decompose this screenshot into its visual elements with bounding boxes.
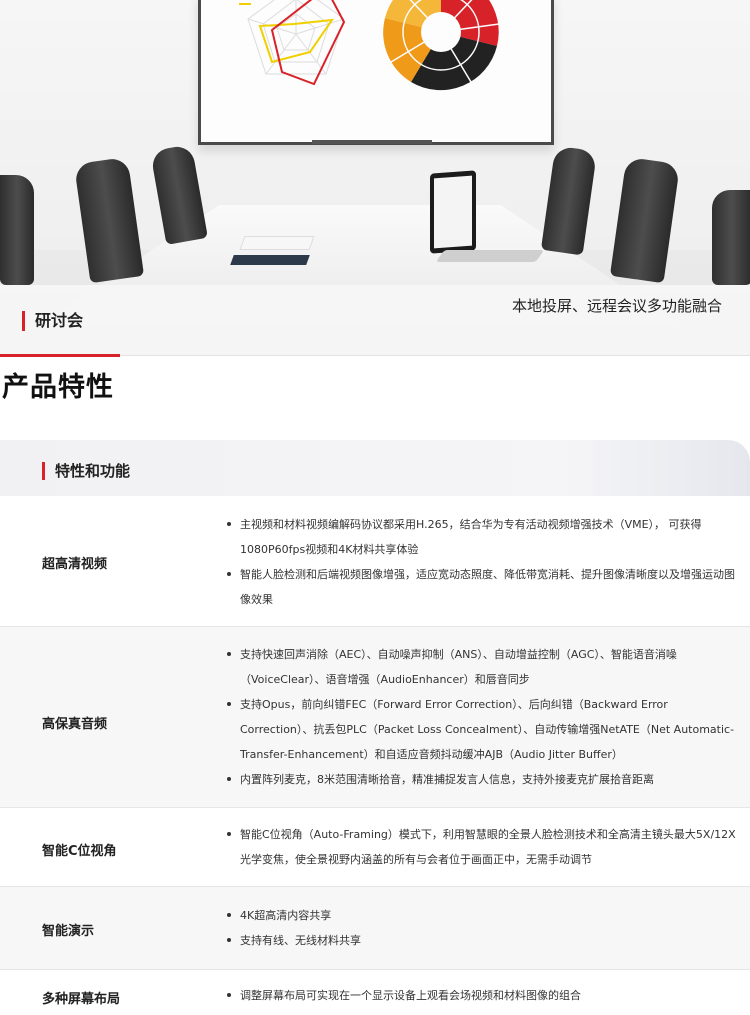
feature-name: 智能C位视角 bbox=[42, 844, 117, 859]
feature-item: 支持Opus，前向纠错FEC（Forward Error Correction）… bbox=[226, 692, 736, 767]
feature-row: 多种屏幕布局 调整屏幕布局可实现在一个显示设备上观看会场视频和材料图像的组合 bbox=[0, 970, 750, 1015]
laptop-base bbox=[435, 250, 545, 262]
scene-label: 研讨会 bbox=[22, 311, 83, 331]
feature-name: 多种屏幕布局 bbox=[42, 992, 121, 1007]
section-subtitle: 特性和功能 bbox=[42, 462, 130, 480]
feature-item: 内置阵列麦克，8米范围清晰拾音，精准捕捉发言人信息，支持外接麦克扩展拾音距离 bbox=[226, 767, 736, 792]
feature-name: 高保真音频 bbox=[42, 717, 108, 732]
chair bbox=[0, 175, 34, 285]
section-title: 产品特性 bbox=[2, 372, 114, 403]
feature-item: 支持快速回声消除（AEC）、自动噪声抑制（ANS）、自动增益控制（AGC）、智能… bbox=[226, 642, 736, 692]
feature-item: 调整屏幕布局可实现在一个显示设备上观看会场视频和材料图像的组合 bbox=[226, 983, 736, 1008]
feature-list: 智能C位视角（Auto-Framing）模式下，利用智慧眼的全景人脸检测技术和全… bbox=[226, 822, 736, 872]
feature-row: 高保真音频 支持快速回声消除（AEC）、自动噪声抑制（ANS）、自动增益控制（A… bbox=[0, 627, 750, 808]
tablet-device bbox=[230, 255, 310, 265]
screen-stand bbox=[312, 140, 432, 144]
documents-on-table bbox=[239, 236, 315, 250]
feature-list: 调整屏幕布局可实现在一个显示设备上观看会场视频和材料图像的组合 bbox=[226, 983, 736, 1008]
feature-list: 4K超高清内容共享 支持有线、无线材料共享 bbox=[226, 903, 736, 953]
feature-row: 智能C位视角 智能C位视角（Auto-Framing）模式下，利用智慧眼的全景人… bbox=[0, 808, 750, 887]
feature-list: 支持快速回声消除（AEC）、自动噪声抑制（ANS）、自动增益控制（AGC）、智能… bbox=[226, 642, 736, 792]
display-screen bbox=[198, 0, 554, 145]
hero-caption: 本地投屏、远程会议多功能融合 bbox=[511, 297, 722, 315]
laptop bbox=[430, 170, 476, 254]
feature-row: 智能演示 4K超高清内容共享 支持有线、无线材料共享 bbox=[0, 887, 750, 970]
divider bbox=[120, 355, 750, 356]
chair bbox=[712, 190, 750, 285]
feature-name: 智能演示 bbox=[42, 924, 95, 939]
feature-list: 主视频和材料视频编解码协议都采用H.265，结合华为专有活动视频增强技术（VME… bbox=[226, 512, 736, 612]
feature-item: 智能C位视角（Auto-Framing）模式下，利用智慧眼的全景人脸检测技术和全… bbox=[226, 822, 736, 872]
accent-divider bbox=[0, 354, 120, 357]
screen-charts bbox=[239, 0, 500, 91]
feature-item: 主视频和材料视频编解码协议都采用H.265，结合华为专有活动视频增强技术（VME… bbox=[226, 512, 736, 562]
feature-row: 超高清视频 主视频和材料视频编解码协议都采用H.265，结合华为专有活动视频增强… bbox=[0, 496, 750, 627]
feature-item: 支持有线、无线材料共享 bbox=[226, 928, 736, 953]
feature-item: 智能人脸检测和后端视频图像增强，适应宽动态照度、降低带宽消耗、提升图像清晰度以及… bbox=[226, 562, 736, 612]
feature-name: 超高清视频 bbox=[42, 557, 108, 572]
feature-item: 4K超高清内容共享 bbox=[226, 903, 736, 928]
